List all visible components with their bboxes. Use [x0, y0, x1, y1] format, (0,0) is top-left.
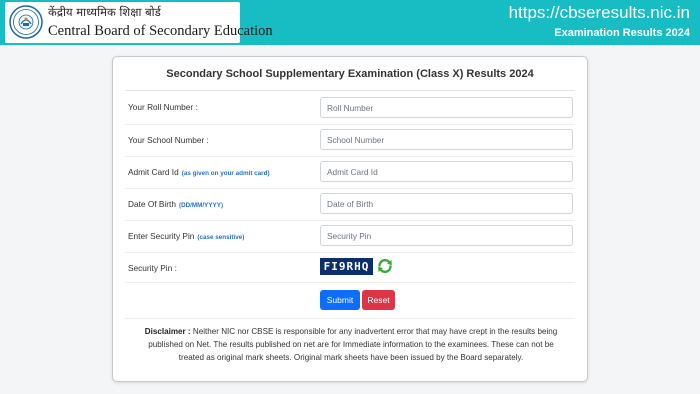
divider — [125, 90, 575, 91]
refresh-icon[interactable] — [376, 257, 394, 275]
admit-card-label-text: Admit Card Id — [128, 167, 179, 177]
submit-button[interactable]: Submit — [320, 290, 360, 310]
captcha-image: FI9RHQ — [320, 258, 373, 275]
security-pin-input[interactable] — [320, 225, 573, 246]
security-pin-label: Security Pin : — [128, 263, 177, 273]
dob-hint: (DD/MM/YYYY) — [178, 202, 224, 209]
security-pin-hint: (case sensitive) — [197, 234, 245, 241]
admit-card-hint: (as given on your admit card) — [181, 170, 270, 177]
divider — [125, 188, 575, 189]
security-pin-entry-label: Enter Security Pin (case sensitive) — [128, 231, 244, 241]
dob-input[interactable] — [320, 193, 573, 214]
admit-card-input[interactable] — [320, 161, 573, 182]
divider — [125, 124, 575, 125]
site-subtitle: Examination Results 2024 — [554, 27, 690, 39]
disclaimer: Disclaimer : Neither NIC nor CBSE is res… — [139, 325, 563, 365]
admit-card-label: Admit Card Id (as given on your admit car… — [128, 167, 270, 177]
reset-button[interactable]: Reset — [362, 290, 395, 310]
results-form-card: Secondary School Supplementary Examinati… — [112, 56, 588, 382]
disclaimer-text: Neither NIC nor CBSE is responsible for … — [148, 327, 558, 363]
divider — [125, 318, 575, 319]
site-url: https://cbseresults.nic.in — [508, 3, 690, 22]
school-number-label: Your School Number : — [128, 135, 209, 145]
disclaimer-label: Disclaimer : — [144, 327, 191, 336]
cbse-emblem-icon — [9, 5, 43, 39]
roll-number-label: Your Roll Number : — [128, 102, 198, 112]
roll-number-input[interactable] — [320, 97, 573, 118]
divider — [125, 252, 575, 253]
form-title: Secondary School Supplementary Examinati… — [166, 68, 534, 80]
school-number-input[interactable] — [320, 129, 573, 150]
security-pin-entry-label-text: Enter Security Pin — [128, 231, 195, 241]
divider — [125, 156, 575, 157]
dob-label-text: Date Of Birth — [128, 199, 176, 209]
site-header: केंद्रीय माध्यमिक शिक्षा बोर्ड Central B… — [0, 0, 700, 45]
board-name-english: Central Board of Secondary Education — [48, 23, 273, 39]
dob-label: Date Of Birth (DD/MM/YYYY) — [128, 199, 223, 209]
divider — [125, 282, 575, 283]
cbse-logo-banner[interactable]: केंद्रीय माध्यमिक शिक्षा बोर्ड Central B… — [5, 2, 273, 43]
divider — [125, 220, 575, 221]
board-name-hindi: केंद्रीय माध्यमिक शिक्षा बोर्ड — [48, 5, 161, 19]
